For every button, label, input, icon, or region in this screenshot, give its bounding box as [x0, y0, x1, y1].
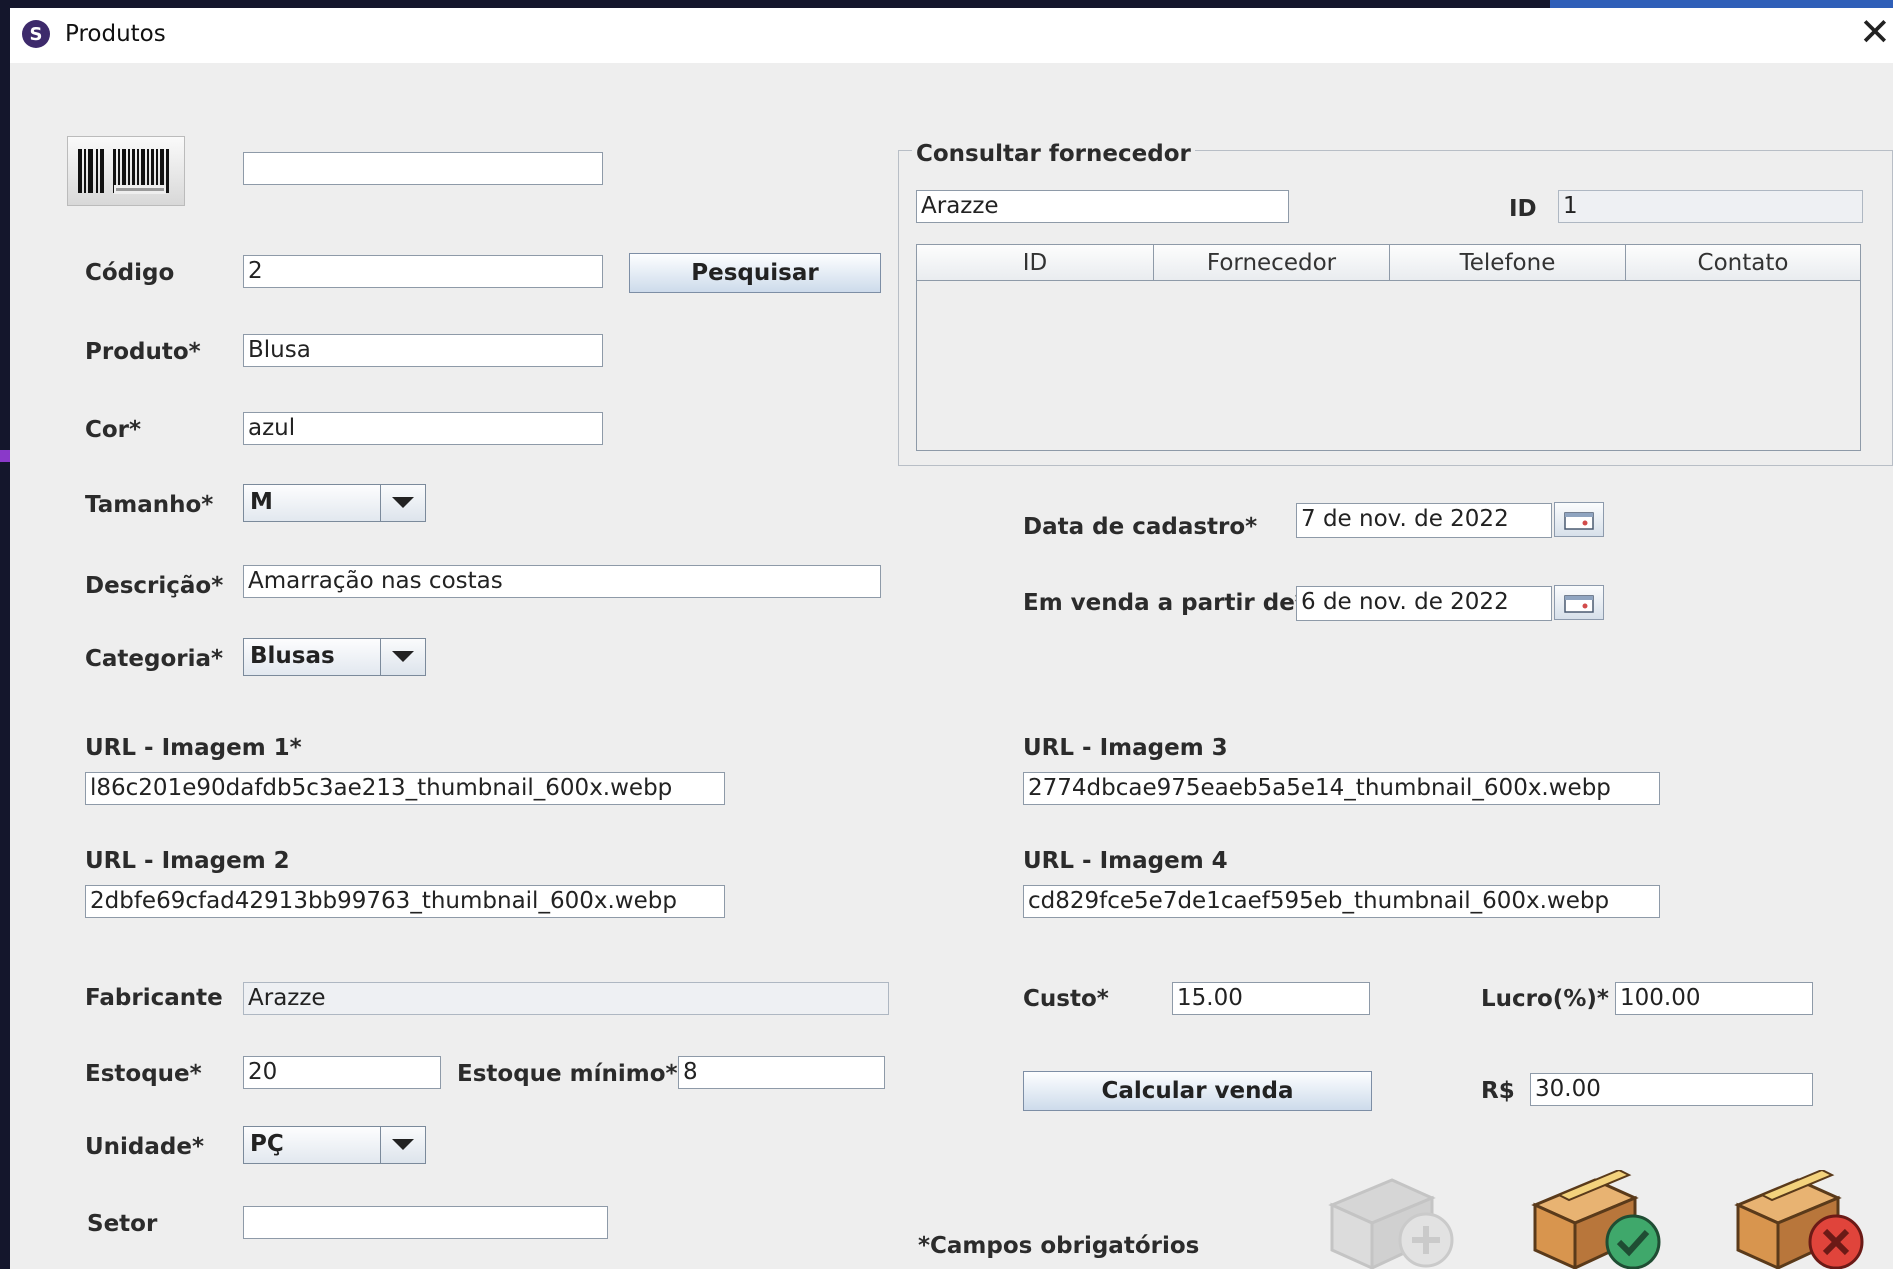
estoque-field[interactable]: 20: [243, 1056, 441, 1089]
setor-label: Setor: [87, 1211, 158, 1237]
required-fields-note: *Campos obrigatórios: [918, 1233, 1200, 1259]
cor-label: Cor*: [85, 417, 142, 443]
fornecedor-search-field[interactable]: Arazze: [916, 190, 1289, 223]
estoque-minimo-label: Estoque mínimo*: [457, 1061, 678, 1087]
estoque-label: Estoque*: [85, 1061, 202, 1087]
em-venda-field[interactable]: 6 de nov. de 2022: [1296, 586, 1552, 621]
box-add-icon[interactable]: [1322, 1170, 1462, 1269]
fornecedor-table[interactable]: ID Fornecedor Telefone Contato: [916, 244, 1861, 451]
lucro-label: Lucro(%)*: [1481, 986, 1609, 1012]
fornecedor-id-field: 1: [1558, 190, 1863, 223]
tamanho-value: M: [250, 489, 273, 515]
url1-field[interactable]: l86c201e90dafdb5c3ae213_thumbnail_600x.w…: [85, 772, 725, 805]
window-title: Produtos: [65, 21, 166, 47]
app-icon: S: [22, 20, 50, 48]
categoria-value: Blusas: [250, 643, 335, 669]
pesquisar-button[interactable]: Pesquisar: [629, 253, 881, 293]
column-header-telefone[interactable]: Telefone: [1390, 245, 1626, 281]
fornecedor-id-label: ID: [1509, 196, 1537, 222]
produto-label: Produto*: [85, 339, 201, 365]
fornecedor-legend: Consultar fornecedor: [912, 141, 1195, 167]
fabricante-label: Fabricante: [85, 985, 223, 1011]
url4-label: URL - Imagem 4: [1023, 848, 1228, 874]
cor-field[interactable]: azul: [243, 412, 603, 445]
codigo-label: Código: [85, 260, 175, 286]
custo-field[interactable]: 15.00: [1172, 982, 1370, 1015]
preco-field[interactable]: 30.00: [1530, 1073, 1813, 1106]
lucro-field[interactable]: 100.00: [1615, 982, 1813, 1015]
tamanho-label: Tamanho*: [85, 492, 214, 518]
tamanho-select[interactable]: M: [243, 484, 426, 522]
chevron-down-icon[interactable]: [380, 639, 425, 675]
desktop-edge-accent: [0, 450, 10, 462]
title-bar: S Produtos ✕: [10, 8, 1893, 63]
box-check-icon[interactable]: [1525, 1168, 1665, 1269]
app-icon-letter: S: [29, 23, 43, 45]
descricao-field[interactable]: Amarração nas costas: [243, 565, 881, 598]
url3-field[interactable]: 2774dbcae975eaeb5a5e14_thumbnail_600x.we…: [1023, 772, 1660, 805]
estoque-minimo-field[interactable]: 8: [678, 1056, 885, 1089]
categoria-label: Categoria*: [85, 646, 224, 672]
setor-field[interactable]: [243, 1206, 608, 1239]
desktop-edge: [1550, 0, 1893, 8]
codigo-field[interactable]: 2: [243, 255, 603, 288]
calcular-venda-button[interactable]: Calcular venda: [1023, 1071, 1372, 1111]
calendar-icon[interactable]: [1554, 585, 1604, 620]
url2-label: URL - Imagem 2: [85, 848, 290, 874]
custo-label: Custo*: [1023, 986, 1109, 1012]
unidade-select[interactable]: PÇ: [243, 1126, 426, 1164]
chevron-down-icon[interactable]: [380, 1127, 425, 1163]
url1-label: URL - Imagem 1*: [85, 735, 302, 761]
column-header-contato[interactable]: Contato: [1626, 245, 1860, 281]
descricao-label: Descrição*: [85, 573, 224, 599]
chevron-down-icon[interactable]: [380, 485, 425, 521]
column-header-fornecedor[interactable]: Fornecedor: [1154, 245, 1390, 281]
url3-label: URL - Imagem 3: [1023, 735, 1228, 761]
calendar-icon[interactable]: [1554, 502, 1604, 537]
column-header-id[interactable]: ID: [917, 245, 1154, 281]
data-cadastro-label: Data de cadastro*: [1023, 514, 1258, 540]
barcode-icon[interactable]: [67, 136, 185, 206]
data-cadastro-field[interactable]: 7 de nov. de 2022: [1296, 503, 1552, 538]
url4-field[interactable]: cd829fce5e7de1caef595eb_thumbnail_600x.w…: [1023, 885, 1660, 918]
close-icon[interactable]: ✕: [1859, 12, 1893, 54]
barcode-field[interactable]: [243, 152, 603, 185]
box-x-icon[interactable]: [1728, 1168, 1868, 1269]
fabricante-field: Arazze: [243, 982, 889, 1015]
produtos-window: S Produtos ✕ Código 2 Pesquisar Produto*…: [10, 8, 1893, 1269]
url2-field[interactable]: 2dbfe69cfad42913bb99763_thumbnail_600x.w…: [85, 885, 725, 918]
unidade-value: PÇ: [250, 1131, 284, 1157]
produto-field[interactable]: Blusa: [243, 334, 603, 367]
preco-label: R$: [1481, 1078, 1515, 1104]
categoria-select[interactable]: Blusas: [243, 638, 426, 676]
em-venda-label: Em venda a partir de*: [1023, 590, 1307, 616]
table-header: ID Fornecedor Telefone Contato: [917, 245, 1860, 281]
unidade-label: Unidade*: [85, 1134, 205, 1160]
